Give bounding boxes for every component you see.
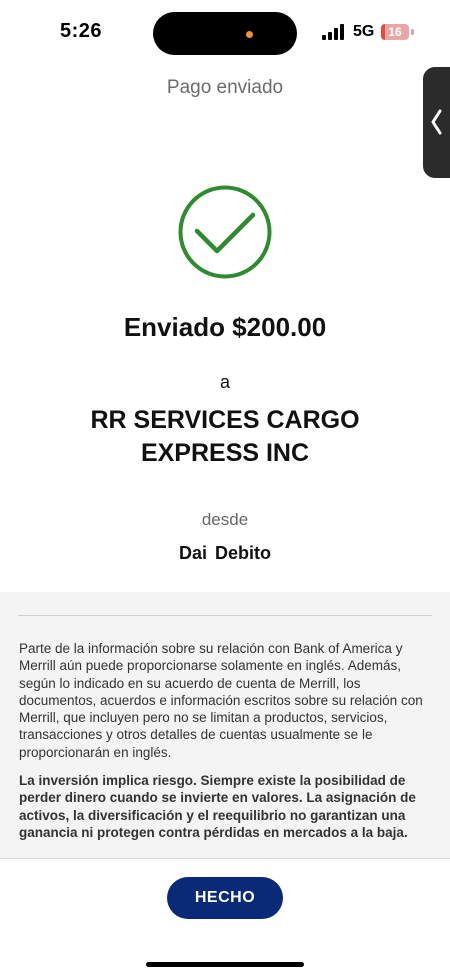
- from-label: desde: [201, 510, 249, 529]
- status-time: 5:26: [60, 20, 103, 42]
- page-title: Pago enviado: [166, 77, 284, 98]
- side-panel-handle[interactable]: [423, 67, 450, 178]
- battery-terminal: [411, 29, 414, 35]
- network-type: 5G: [353, 23, 375, 40]
- disclosure-panel[interactable]: Parte de la información sobre su relació…: [0, 592, 450, 858]
- chevron-left-icon: [431, 109, 442, 135]
- check-circle-icon: [178, 185, 272, 279]
- recipient-name-line2: EXPRESS INC: [140, 439, 310, 467]
- language-disclosure: Parte de la información sobre su relació…: [19, 641, 423, 760]
- to-label: a: [219, 372, 230, 392]
- dynamic-island: [153, 12, 297, 55]
- status-bar: 5:26 5G 16: [0, 0, 450, 66]
- battery-percentage: 16: [388, 25, 402, 39]
- done-button[interactable]: HECHO: [167, 877, 283, 919]
- home-indicator[interactable]: [146, 962, 304, 967]
- footer-bar: HECHO: [0, 858, 450, 976]
- recording-indicator-dot: [246, 31, 253, 38]
- sent-amount: Enviado $200.00: [123, 312, 327, 342]
- cellular-signal-icon: [322, 24, 346, 40]
- battery-icon: 16: [381, 24, 409, 40]
- investment-risk-disclosure: La inversión implica riesgo. Siempre exi…: [19, 773, 416, 840]
- recipient-name: RR SERVICES CARGO EXPRESS INC: [70, 404, 380, 470]
- source-account-name: Dai Debito: [178, 543, 271, 563]
- recipient-name-line1: RR SERVICES CARGO: [90, 406, 360, 434]
- divider: [18, 615, 432, 616]
